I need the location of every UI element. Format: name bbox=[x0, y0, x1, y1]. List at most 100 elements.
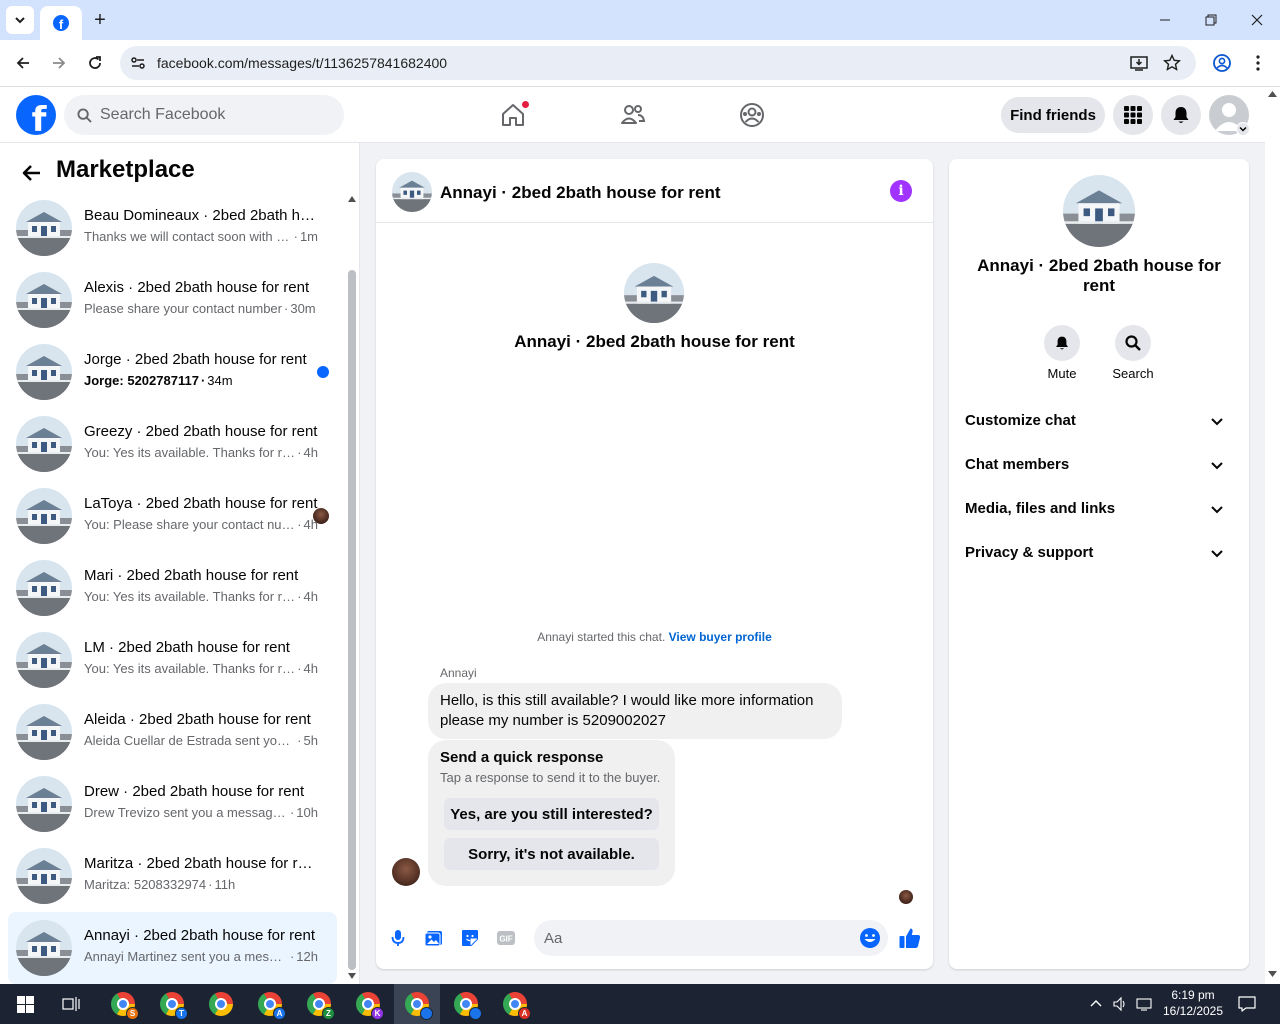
taskbar-chrome-app[interactable] bbox=[394, 984, 440, 1024]
sticker-icon bbox=[462, 930, 478, 946]
notification-center-icon[interactable] bbox=[1238, 995, 1256, 1013]
conversation-item[interactable]: Aleida · 2bed 2bath house for rent Aleida… bbox=[8, 696, 337, 768]
profile-badge: T bbox=[175, 1007, 188, 1020]
sticker-button[interactable] bbox=[458, 926, 482, 950]
menu-button[interactable] bbox=[1113, 95, 1153, 135]
search-conversation-button[interactable]: Search bbox=[1103, 325, 1163, 381]
forward-button[interactable] bbox=[44, 48, 74, 78]
preview-separator: · bbox=[293, 229, 298, 244]
find-friends-button[interactable]: Find friends bbox=[1001, 97, 1105, 133]
quick-response-no-button[interactable]: Sorry, it's not available. bbox=[444, 838, 659, 870]
start-button[interactable] bbox=[2, 984, 48, 1024]
chat-title[interactable]: Annayi · 2bed 2bath house for rent bbox=[440, 183, 721, 203]
mute-button[interactable]: Mute bbox=[1032, 325, 1092, 381]
facebook-logo-icon[interactable]: f bbox=[16, 95, 56, 135]
scroll-up-icon[interactable] bbox=[1268, 91, 1277, 97]
quick-response-yes-button[interactable]: Yes, are you still interested? bbox=[444, 798, 659, 830]
preview-text: Please share your contact number bbox=[84, 301, 282, 316]
conversation-item[interactable]: Alexis · 2bed 2bath house for rent Please… bbox=[8, 264, 337, 336]
conversation-item[interactable]: Beau Domineaux · 2bed 2bath house for re… bbox=[8, 192, 337, 264]
facebook-search-box[interactable] bbox=[64, 95, 344, 135]
taskbar-chrome-app[interactable]: S bbox=[100, 984, 146, 1024]
back-button[interactable] bbox=[18, 159, 46, 187]
details-title: Annayi · 2bed 2bath house for rent bbox=[977, 256, 1221, 295]
emoji-icon[interactable] bbox=[859, 927, 881, 949]
back-button[interactable] bbox=[8, 48, 38, 78]
view-buyer-profile-link[interactable]: View buyer profile bbox=[669, 630, 772, 644]
taskbar-chrome-app[interactable]: A bbox=[492, 984, 538, 1024]
search-icon bbox=[1125, 335, 1141, 351]
conversation-item[interactable]: Annayi · 2bed 2bath house for rent Annayi… bbox=[8, 912, 337, 984]
install-app-icon[interactable] bbox=[1130, 54, 1148, 72]
task-view-button[interactable] bbox=[48, 984, 94, 1024]
conversation-item[interactable]: LaToya · 2bed 2bath house for rent You: P… bbox=[8, 480, 337, 552]
scroll-down-icon[interactable] bbox=[1268, 971, 1277, 977]
address-bar[interactable]: facebook.com/messages/t/1136257841682400 bbox=[120, 46, 1196, 80]
conversation-preview: Jorge: 5202787117 · 34m bbox=[84, 373, 318, 388]
details-avatar[interactable] bbox=[1063, 175, 1135, 247]
profile-badge bbox=[469, 1007, 482, 1020]
nav-friends[interactable] bbox=[615, 97, 651, 133]
notifications-button[interactable] bbox=[1161, 95, 1201, 135]
conversation-item[interactable]: Greezy · 2bed 2bath house for rent You: Y… bbox=[8, 408, 337, 480]
volume-icon[interactable] bbox=[1112, 996, 1128, 1012]
voice-clip-button[interactable] bbox=[386, 926, 410, 950]
conversation-item[interactable]: Maritza · 2bed 2bath house for rent Marit… bbox=[8, 840, 337, 912]
buyer-avatar[interactable] bbox=[392, 858, 420, 886]
tab-search-button[interactable] bbox=[6, 6, 34, 34]
grid-menu-icon bbox=[1124, 106, 1142, 124]
message-input[interactable] bbox=[544, 920, 844, 956]
sidebar-scrollbar[interactable] bbox=[345, 193, 357, 983]
minimize-button[interactable] bbox=[1142, 0, 1188, 40]
conversation-item[interactable]: Drew · 2bed 2bath house for rent Drew Tre… bbox=[8, 768, 337, 840]
gif-button[interactable]: GIF bbox=[494, 926, 518, 950]
browser-menu-button[interactable] bbox=[1243, 48, 1273, 78]
reload-button[interactable] bbox=[80, 48, 110, 78]
details-section-row[interactable]: Privacy & support bbox=[957, 531, 1241, 575]
details-section-row[interactable]: Media, files and links bbox=[957, 487, 1241, 531]
details-section-row[interactable]: Customize chat bbox=[957, 399, 1241, 443]
conversation-name: Mari · 2bed 2bath house for rent bbox=[84, 567, 299, 584]
attach-photo-button[interactable] bbox=[422, 926, 446, 950]
bookmark-star-icon[interactable] bbox=[1163, 54, 1181, 72]
taskbar-chrome-app[interactable]: Z bbox=[296, 984, 342, 1024]
conversation-preview: You: Please share your contact number · 4h bbox=[84, 517, 318, 532]
scroll-down-icon[interactable] bbox=[348, 973, 356, 979]
facebook-search-input[interactable] bbox=[100, 95, 330, 135]
taskbar-clock[interactable]: 6:19 pm 16/12/2025 bbox=[1160, 987, 1226, 1019]
nav-groups[interactable] bbox=[734, 97, 770, 133]
close-window-button[interactable] bbox=[1234, 0, 1280, 40]
nav-home[interactable] bbox=[495, 97, 531, 133]
taskbar-chrome-app[interactable]: T bbox=[149, 984, 195, 1024]
search-label: Search bbox=[1112, 366, 1154, 381]
taskbar-chrome-app[interactable] bbox=[443, 984, 489, 1024]
chat-avatar[interactable] bbox=[392, 172, 432, 212]
scroll-up-icon[interactable] bbox=[348, 196, 356, 202]
new-tab-button[interactable]: + bbox=[86, 6, 114, 34]
preview-text: Annayi Martinez sent you a message about… bbox=[84, 949, 288, 964]
show-hidden-icons-icon[interactable] bbox=[1090, 999, 1102, 1007]
arrow-left-icon bbox=[16, 57, 29, 69]
taskbar-chrome-app[interactable]: K bbox=[345, 984, 391, 1024]
page-title: Marketplace bbox=[56, 156, 195, 183]
taskbar-chrome-app[interactable] bbox=[198, 984, 244, 1024]
preview-text: You: Yes its available. Thanks for reach… bbox=[84, 445, 295, 460]
page-scrollbar[interactable] bbox=[1265, 87, 1280, 985]
conversation-item[interactable]: Mari · 2bed 2bath house for rent You: Yes… bbox=[8, 552, 337, 624]
profile-button[interactable] bbox=[1207, 48, 1237, 78]
chat-details-panel: Annayi · 2bed 2bath house for rent Mute … bbox=[949, 159, 1249, 969]
restore-button[interactable] bbox=[1188, 0, 1234, 40]
message-composer[interactable] bbox=[534, 920, 888, 956]
info-icon[interactable]: i bbox=[890, 180, 912, 202]
scrollbar-thumb[interactable] bbox=[348, 270, 356, 970]
preview-separator: · bbox=[297, 733, 302, 748]
windows-logo-icon bbox=[16, 995, 34, 1013]
conversation-item[interactable]: Jorge · 2bed 2bath house for rent Jorge: … bbox=[8, 336, 337, 408]
message-bubble[interactable]: Hello, is this still available? I would … bbox=[428, 683, 842, 739]
taskbar-chrome-app[interactable]: A bbox=[247, 984, 293, 1024]
browser-tab-facebook[interactable]: f bbox=[40, 6, 82, 40]
like-button[interactable] bbox=[898, 926, 922, 950]
network-icon[interactable] bbox=[1136, 996, 1152, 1012]
details-section-row[interactable]: Chat members bbox=[957, 443, 1241, 487]
conversation-item[interactable]: LM · 2bed 2bath house for rent You: Yes i… bbox=[8, 624, 337, 696]
